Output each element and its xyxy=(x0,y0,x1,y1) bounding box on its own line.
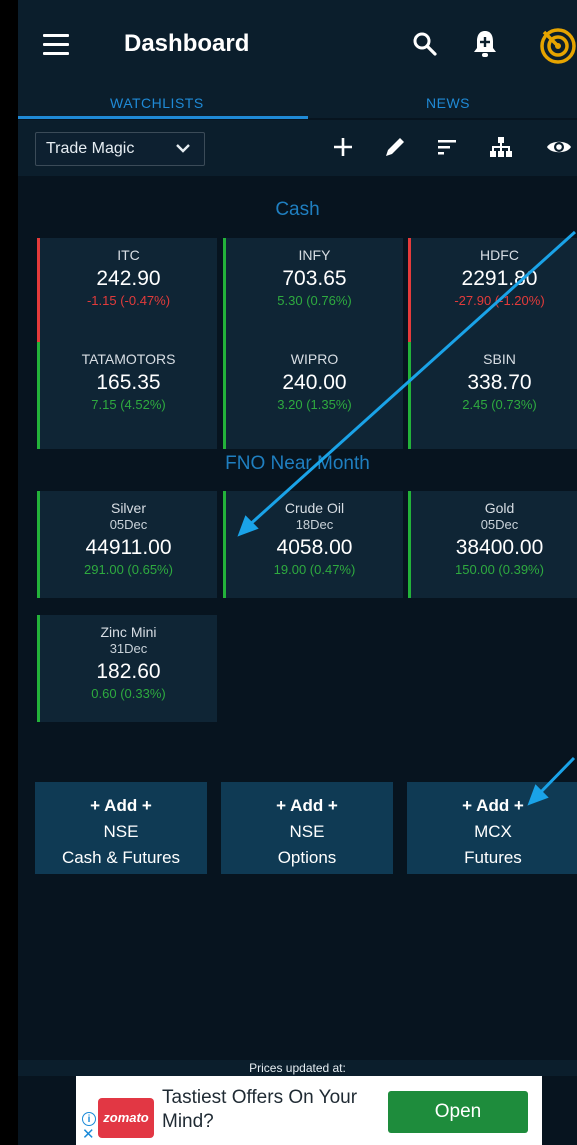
card-expiry: 05Dec xyxy=(109,517,148,532)
card-symbol: ITC xyxy=(117,247,140,263)
card-change: 0.60 (0.33%) xyxy=(91,686,166,701)
card-price: 2291.80 xyxy=(461,267,538,290)
card-price: 242.90 xyxy=(96,267,161,290)
add-exchange: MCX xyxy=(474,822,512,841)
watchlist-card-crude-oil[interactable]: Crude Oil 18Dec 4058.00 19.00 (0.47%) xyxy=(223,491,403,598)
add-segment: Cash & Futures xyxy=(61,848,181,867)
tab-news[interactable]: NEWS xyxy=(426,95,470,111)
card-symbol: Gold xyxy=(484,500,515,516)
ad-info-icon[interactable]: i xyxy=(82,1112,96,1126)
section-title-fno: FNO Near Month xyxy=(225,453,370,474)
plus-icon[interactable] xyxy=(329,133,357,161)
card-price: 703.65 xyxy=(282,267,347,290)
card-symbol: HDFC xyxy=(480,247,519,263)
watchlist-card-wipro[interactable]: WIPRO 240.00 3.20 (1.35%) xyxy=(223,342,403,449)
watchlist-card-gold[interactable]: Gold 05Dec 38400.00 150.00 (0.39%) xyxy=(408,491,577,598)
card-price: 44911.00 xyxy=(85,536,172,559)
card-symbol: Crude Oil xyxy=(284,500,345,516)
card-change: -1.15 (-0.47%) xyxy=(86,293,171,308)
card-price: 240.00 xyxy=(282,371,347,394)
add-exchange: NSE xyxy=(289,822,325,841)
add-nse-cash-futures-button[interactable]: + Add + NSE Cash & Futures xyxy=(35,782,207,874)
watchlist-dropdown[interactable]: Trade Magic xyxy=(35,132,205,166)
ad-banner[interactable]: i ✕ zomato Tastiest Offers On Your Mind?… xyxy=(76,1076,542,1145)
watchlist-card-hdfc[interactable]: HDFC 2291.80 -27.90 (-1.20%) xyxy=(408,238,577,345)
menu-icon[interactable] xyxy=(43,34,69,56)
sort-icon[interactable] xyxy=(433,133,461,161)
card-symbol: SBIN xyxy=(483,351,516,367)
watchlist-card-infy[interactable]: INFY 703.65 5.30 (0.76%) xyxy=(223,238,403,345)
card-change: 19.00 (0.47%) xyxy=(273,562,356,577)
add-exchange: NSE xyxy=(103,822,139,841)
card-symbol: Zinc Mini xyxy=(100,624,157,640)
card-change: -27.90 (-1.20%) xyxy=(454,293,545,308)
ad-headline: Tastiest Offers On Your Mind? xyxy=(162,1087,358,1132)
card-change: 7.15 (4.52%) xyxy=(91,397,166,412)
add-label: + Add + xyxy=(90,796,152,815)
add-label: + Add + xyxy=(276,796,338,815)
card-symbol: TATAMOTORS xyxy=(81,351,176,367)
eye-icon[interactable] xyxy=(545,133,573,161)
card-change: 2.45 (0.73%) xyxy=(462,397,537,412)
card-expiry: 18Dec xyxy=(295,517,334,532)
watchlist-selected: Trade Magic xyxy=(46,140,135,157)
ad-open-button[interactable]: Open xyxy=(388,1091,528,1133)
card-change: 150.00 (0.39%) xyxy=(455,562,544,577)
hierarchy-icon[interactable] xyxy=(487,133,515,161)
watchlist-card-tatamotors[interactable]: TATAMOTORS 165.35 7.15 (4.52%) xyxy=(37,342,217,449)
app-bar: Dashboard xyxy=(18,0,577,92)
screen-bezel xyxy=(0,0,18,1145)
card-change: 291.00 (0.65%) xyxy=(84,562,173,577)
ad-close-icon[interactable]: ✕ xyxy=(82,1127,95,1142)
tab-watchlists[interactable]: WATCHLISTS xyxy=(110,95,204,111)
card-symbol: Silver xyxy=(110,500,146,516)
watchlist-card-itc[interactable]: ITC 242.90 -1.15 (-0.47%) xyxy=(37,238,217,345)
bell-plus-icon[interactable] xyxy=(470,28,500,60)
add-nse-options-button[interactable]: + Add + NSE Options xyxy=(221,782,393,874)
watchlist-card-silver[interactable]: Silver 05Dec 44911.00 291.00 (0.65%) xyxy=(37,491,217,598)
card-price: 338.70 xyxy=(467,371,532,394)
chevron-down-icon xyxy=(176,144,190,153)
card-price: 4058.00 xyxy=(276,536,353,559)
card-symbol: INFY xyxy=(298,247,331,263)
card-change: 5.30 (0.76%) xyxy=(277,293,352,308)
card-expiry: 05Dec xyxy=(480,517,519,532)
radar-icon[interactable] xyxy=(538,26,577,66)
card-price: 165.35 xyxy=(96,371,161,394)
card-price: 182.60 xyxy=(96,660,161,683)
watchlist-card-sbin[interactable]: SBIN 338.70 2.45 (0.73%) xyxy=(408,342,577,449)
add-segment: Options xyxy=(277,848,337,867)
card-symbol: WIPRO xyxy=(290,351,339,367)
pencil-icon[interactable] xyxy=(381,133,409,161)
add-segment: Futures xyxy=(464,848,522,867)
card-price: 38400.00 xyxy=(455,536,544,559)
card-expiry: 31Dec xyxy=(109,641,148,656)
tab-bar: WATCHLISTS NEWS xyxy=(18,92,577,118)
page-title: Dashboard xyxy=(124,30,250,57)
add-label: + Add + xyxy=(462,796,524,815)
add-mcx-futures-button[interactable]: + Add + MCX Futures xyxy=(407,782,577,874)
watchlist-card-zinc-mini[interactable]: Zinc Mini 31Dec 182.60 0.60 (0.33%) xyxy=(37,615,217,722)
section-title-cash: Cash xyxy=(275,199,320,220)
card-change: 3.20 (1.35%) xyxy=(277,397,352,412)
ad-brand-logo: zomato xyxy=(98,1098,154,1138)
prices-updated-label: Prices updated at: xyxy=(18,1060,577,1076)
app-screen: Dashboard WATCHLISTS NEWS Trade Magic Ca… xyxy=(18,0,577,1145)
watchlist-toolbar: Trade Magic xyxy=(18,120,577,176)
active-tab-indicator xyxy=(18,116,308,119)
search-icon[interactable] xyxy=(411,30,439,58)
